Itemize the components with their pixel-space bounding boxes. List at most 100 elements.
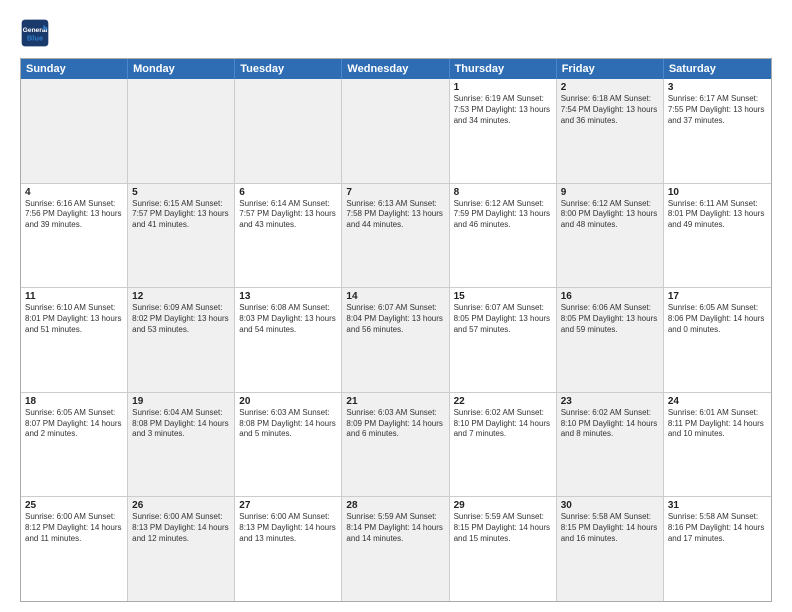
day-info: Sunrise: 6:08 AM Sunset: 8:03 PM Dayligh… <box>239 303 337 335</box>
weekday-header-sunday: Sunday <box>21 59 128 79</box>
day-number: 13 <box>239 291 337 302</box>
logo: General Blue <box>20 18 50 48</box>
day-cell-20: 20Sunrise: 6:03 AM Sunset: 8:08 PM Dayli… <box>235 393 342 497</box>
day-number: 16 <box>561 291 659 302</box>
logo-icon: General Blue <box>20 18 50 48</box>
day-number: 8 <box>454 187 552 198</box>
empty-cell <box>235 79 342 183</box>
day-number: 10 <box>668 187 767 198</box>
day-number: 29 <box>454 500 552 511</box>
day-info: Sunrise: 6:00 AM Sunset: 8:13 PM Dayligh… <box>239 512 337 544</box>
day-info: Sunrise: 5:59 AM Sunset: 8:15 PM Dayligh… <box>454 512 552 544</box>
day-info: Sunrise: 6:07 AM Sunset: 8:04 PM Dayligh… <box>346 303 444 335</box>
day-info: Sunrise: 6:00 AM Sunset: 8:13 PM Dayligh… <box>132 512 230 544</box>
day-info: Sunrise: 6:16 AM Sunset: 7:56 PM Dayligh… <box>25 199 123 231</box>
weekday-header-friday: Friday <box>557 59 664 79</box>
day-number: 27 <box>239 500 337 511</box>
day-info: Sunrise: 5:58 AM Sunset: 8:15 PM Dayligh… <box>561 512 659 544</box>
calendar-header: SundayMondayTuesdayWednesdayThursdayFrid… <box>21 59 771 79</box>
calendar: SundayMondayTuesdayWednesdayThursdayFrid… <box>20 58 772 602</box>
day-number: 12 <box>132 291 230 302</box>
day-cell-23: 23Sunrise: 6:02 AM Sunset: 8:10 PM Dayli… <box>557 393 664 497</box>
day-info: Sunrise: 6:05 AM Sunset: 8:06 PM Dayligh… <box>668 303 767 335</box>
day-cell-31: 31Sunrise: 5:58 AM Sunset: 8:16 PM Dayli… <box>664 497 771 601</box>
day-number: 7 <box>346 187 444 198</box>
day-number: 5 <box>132 187 230 198</box>
day-info: Sunrise: 6:10 AM Sunset: 8:01 PM Dayligh… <box>25 303 123 335</box>
weekday-header-wednesday: Wednesday <box>342 59 449 79</box>
day-number: 18 <box>25 396 123 407</box>
day-number: 19 <box>132 396 230 407</box>
day-cell-15: 15Sunrise: 6:07 AM Sunset: 8:05 PM Dayli… <box>450 288 557 392</box>
day-info: Sunrise: 6:07 AM Sunset: 8:05 PM Dayligh… <box>454 303 552 335</box>
day-cell-13: 13Sunrise: 6:08 AM Sunset: 8:03 PM Dayli… <box>235 288 342 392</box>
empty-cell <box>128 79 235 183</box>
day-info: Sunrise: 6:02 AM Sunset: 8:10 PM Dayligh… <box>561 408 659 440</box>
empty-cell <box>342 79 449 183</box>
day-cell-25: 25Sunrise: 6:00 AM Sunset: 8:12 PM Dayli… <box>21 497 128 601</box>
day-number: 3 <box>668 82 767 93</box>
day-cell-14: 14Sunrise: 6:07 AM Sunset: 8:04 PM Dayli… <box>342 288 449 392</box>
day-info: Sunrise: 6:18 AM Sunset: 7:54 PM Dayligh… <box>561 94 659 126</box>
day-number: 26 <box>132 500 230 511</box>
calendar-row-5: 25Sunrise: 6:00 AM Sunset: 8:12 PM Dayli… <box>21 497 771 601</box>
day-number: 11 <box>25 291 123 302</box>
day-cell-2: 2Sunrise: 6:18 AM Sunset: 7:54 PM Daylig… <box>557 79 664 183</box>
day-cell-5: 5Sunrise: 6:15 AM Sunset: 7:57 PM Daylig… <box>128 184 235 288</box>
day-number: 25 <box>25 500 123 511</box>
day-number: 17 <box>668 291 767 302</box>
day-info: Sunrise: 6:15 AM Sunset: 7:57 PM Dayligh… <box>132 199 230 231</box>
day-info: Sunrise: 6:12 AM Sunset: 8:00 PM Dayligh… <box>561 199 659 231</box>
day-cell-30: 30Sunrise: 5:58 AM Sunset: 8:15 PM Dayli… <box>557 497 664 601</box>
day-info: Sunrise: 6:19 AM Sunset: 7:53 PM Dayligh… <box>454 94 552 126</box>
day-cell-21: 21Sunrise: 6:03 AM Sunset: 8:09 PM Dayli… <box>342 393 449 497</box>
day-info: Sunrise: 6:03 AM Sunset: 8:09 PM Dayligh… <box>346 408 444 440</box>
day-cell-27: 27Sunrise: 6:00 AM Sunset: 8:13 PM Dayli… <box>235 497 342 601</box>
day-cell-6: 6Sunrise: 6:14 AM Sunset: 7:57 PM Daylig… <box>235 184 342 288</box>
day-cell-4: 4Sunrise: 6:16 AM Sunset: 7:56 PM Daylig… <box>21 184 128 288</box>
day-number: 2 <box>561 82 659 93</box>
day-number: 6 <box>239 187 337 198</box>
day-cell-10: 10Sunrise: 6:11 AM Sunset: 8:01 PM Dayli… <box>664 184 771 288</box>
day-number: 14 <box>346 291 444 302</box>
calendar-row-3: 11Sunrise: 6:10 AM Sunset: 8:01 PM Dayli… <box>21 288 771 393</box>
day-info: Sunrise: 6:17 AM Sunset: 7:55 PM Dayligh… <box>668 94 767 126</box>
day-cell-1: 1Sunrise: 6:19 AM Sunset: 7:53 PM Daylig… <box>450 79 557 183</box>
day-number: 22 <box>454 396 552 407</box>
weekday-header-saturday: Saturday <box>664 59 771 79</box>
empty-cell <box>21 79 128 183</box>
calendar-row-4: 18Sunrise: 6:05 AM Sunset: 8:07 PM Dayli… <box>21 393 771 498</box>
day-cell-29: 29Sunrise: 5:59 AM Sunset: 8:15 PM Dayli… <box>450 497 557 601</box>
day-cell-3: 3Sunrise: 6:17 AM Sunset: 7:55 PM Daylig… <box>664 79 771 183</box>
day-info: Sunrise: 6:04 AM Sunset: 8:08 PM Dayligh… <box>132 408 230 440</box>
day-cell-12: 12Sunrise: 6:09 AM Sunset: 8:02 PM Dayli… <box>128 288 235 392</box>
day-cell-7: 7Sunrise: 6:13 AM Sunset: 7:58 PM Daylig… <box>342 184 449 288</box>
calendar-body: 1Sunrise: 6:19 AM Sunset: 7:53 PM Daylig… <box>21 79 771 601</box>
day-cell-11: 11Sunrise: 6:10 AM Sunset: 8:01 PM Dayli… <box>21 288 128 392</box>
day-number: 30 <box>561 500 659 511</box>
day-cell-26: 26Sunrise: 6:00 AM Sunset: 8:13 PM Dayli… <box>128 497 235 601</box>
day-number: 28 <box>346 500 444 511</box>
day-info: Sunrise: 6:02 AM Sunset: 8:10 PM Dayligh… <box>454 408 552 440</box>
day-number: 4 <box>25 187 123 198</box>
day-info: Sunrise: 6:12 AM Sunset: 7:59 PM Dayligh… <box>454 199 552 231</box>
day-info: Sunrise: 6:11 AM Sunset: 8:01 PM Dayligh… <box>668 199 767 231</box>
day-info: Sunrise: 6:03 AM Sunset: 8:08 PM Dayligh… <box>239 408 337 440</box>
day-cell-22: 22Sunrise: 6:02 AM Sunset: 8:10 PM Dayli… <box>450 393 557 497</box>
weekday-header-tuesday: Tuesday <box>235 59 342 79</box>
day-info: Sunrise: 6:09 AM Sunset: 8:02 PM Dayligh… <box>132 303 230 335</box>
day-info: Sunrise: 6:05 AM Sunset: 8:07 PM Dayligh… <box>25 408 123 440</box>
day-cell-18: 18Sunrise: 6:05 AM Sunset: 8:07 PM Dayli… <box>21 393 128 497</box>
day-cell-9: 9Sunrise: 6:12 AM Sunset: 8:00 PM Daylig… <box>557 184 664 288</box>
calendar-row-2: 4Sunrise: 6:16 AM Sunset: 7:56 PM Daylig… <box>21 184 771 289</box>
day-number: 23 <box>561 396 659 407</box>
day-cell-28: 28Sunrise: 5:59 AM Sunset: 8:14 PM Dayli… <box>342 497 449 601</box>
day-number: 24 <box>668 396 767 407</box>
day-cell-17: 17Sunrise: 6:05 AM Sunset: 8:06 PM Dayli… <box>664 288 771 392</box>
day-info: Sunrise: 6:00 AM Sunset: 8:12 PM Dayligh… <box>25 512 123 544</box>
day-info: Sunrise: 5:59 AM Sunset: 8:14 PM Dayligh… <box>346 512 444 544</box>
day-cell-16: 16Sunrise: 6:06 AM Sunset: 8:05 PM Dayli… <box>557 288 664 392</box>
day-info: Sunrise: 6:13 AM Sunset: 7:58 PM Dayligh… <box>346 199 444 231</box>
day-cell-8: 8Sunrise: 6:12 AM Sunset: 7:59 PM Daylig… <box>450 184 557 288</box>
header: General Blue <box>20 18 772 48</box>
